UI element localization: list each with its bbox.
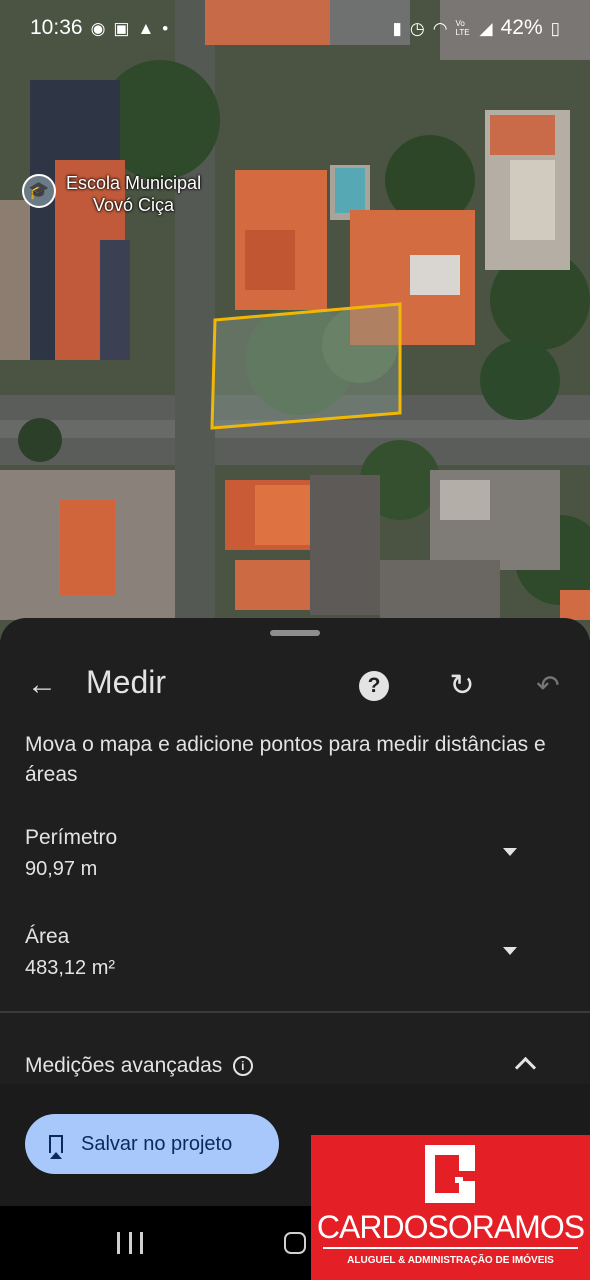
advanced-label: Medições avançadas	[25, 1054, 223, 1077]
back-arrow-icon[interactable]: ←	[24, 668, 60, 704]
area-label: Área	[25, 925, 70, 948]
status-time: 10:36	[30, 16, 83, 39]
place-label-line2: Vovó Ciça	[93, 195, 175, 215]
drag-handle[interactable]	[270, 630, 320, 636]
measure-toolbar: ← Medir ? ↻ ↶	[0, 660, 590, 712]
map-imagery	[0, 0, 590, 640]
logo-tagline: ALUGUEL & ADMINISTRAÇÃO DE IMÓVEIS	[347, 1255, 554, 1266]
chevron-down-icon[interactable]	[503, 848, 517, 856]
info-icon[interactable]: i	[232, 1056, 253, 1076]
advanced-measurements-row[interactable]: Medições avançadas i	[25, 1054, 565, 1084]
watermark-logo: CARDOSORAMOS ALUGUEL & ADMINISTRAÇÃO DE …	[311, 1135, 590, 1280]
signal-icon: ◢	[479, 18, 493, 38]
status-left: 10:36 ◉ ▣ ▲ •	[30, 16, 168, 40]
place-marker[interactable]: 🎓 Escola Municipal Vovó Ciça	[22, 172, 201, 216]
help-icon[interactable]: ?	[359, 671, 389, 701]
recents-button[interactable]	[117, 1232, 143, 1254]
perimeter-row[interactable]: Perímetro 90,97 m	[25, 826, 565, 881]
alarm-icon: ◷	[409, 18, 425, 38]
bookmark-icon	[49, 1135, 63, 1159]
area-value: 483,12 m²	[25, 957, 116, 979]
warning-icon: ▲	[137, 18, 155, 38]
gallery-icon: ▣	[113, 18, 130, 38]
page-title: Medir	[86, 664, 167, 700]
volte-icon: Vo LTE	[455, 19, 470, 37]
status-right: ▮ ◷ ◠ Vo LTE ◢ 42% ▯	[392, 16, 560, 40]
reset-icon[interactable]: ↻	[444, 666, 480, 706]
battery-saver-icon: ▮	[392, 18, 402, 38]
wifi-icon: ◠	[432, 18, 448, 38]
status-bar: 10:36 ◉ ▣ ▲ • ▮ ◷ ◠ Vo LTE ◢ 42% ▯	[0, 0, 590, 56]
satellite-map[interactable]: 10:36 ◉ ▣ ▲ • ▮ ◷ ◠ Vo LTE ◢ 42% ▯ 🎓 Esc…	[0, 0, 590, 640]
area-row[interactable]: Área 483,12 m²	[25, 925, 565, 980]
logo-underline	[323, 1247, 578, 1249]
chevron-down-icon[interactable]	[503, 947, 517, 955]
logo-mark-icon	[425, 1145, 475, 1203]
logo-brand: CARDOSORAMOS	[316, 1209, 585, 1245]
save-to-project-button[interactable]: Salvar no projeto	[25, 1114, 279, 1174]
instructions-text: Mova o mapa e adicione pontos para medir…	[25, 733, 546, 786]
divider	[0, 1011, 590, 1013]
home-button[interactable]	[284, 1232, 306, 1254]
dot-icon: •	[162, 18, 169, 38]
save-button-label: Salvar no projeto	[81, 1132, 233, 1155]
chevron-up-icon[interactable]	[514, 1056, 537, 1079]
perimeter-label: Perímetro	[25, 826, 118, 849]
school-icon: 🎓	[22, 174, 56, 208]
battery-icon: ▯	[550, 18, 560, 38]
perimeter-value: 90,97 m	[25, 858, 98, 880]
whatsapp-icon: ◉	[90, 18, 106, 38]
place-label-line1: Escola Municipal	[66, 173, 202, 193]
undo-icon[interactable]: ↶	[530, 666, 566, 706]
battery-percent: 42%	[500, 16, 543, 39]
place-label: Escola Municipal Vovó Ciça	[66, 172, 201, 216]
